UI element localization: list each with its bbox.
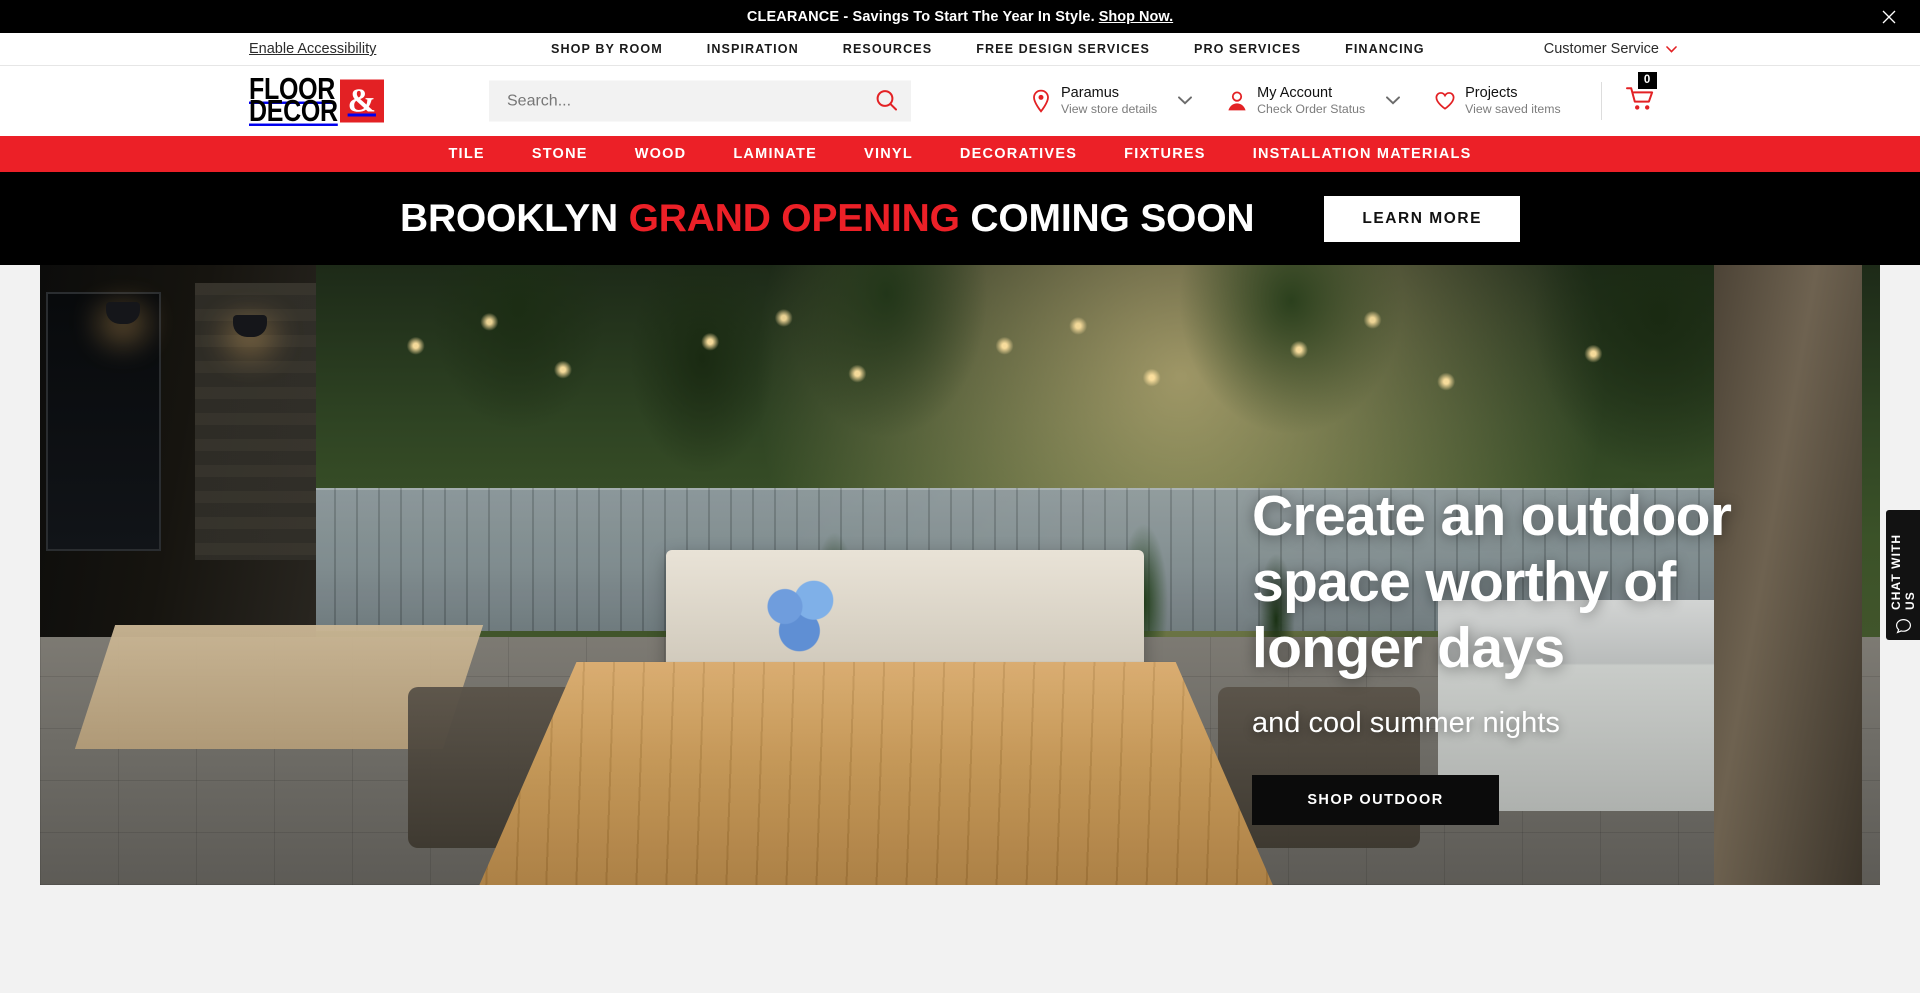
close-icon[interactable]: [1878, 6, 1900, 28]
customer-service-label: Customer Service: [1543, 41, 1659, 57]
store-name: Paramus: [1061, 84, 1120, 101]
user-icon: [1226, 90, 1248, 113]
shopping-cart-icon: [1625, 86, 1656, 116]
hero-title-line-2: space worthy of: [1252, 550, 1676, 615]
chat-bubble-icon: [1895, 618, 1912, 640]
enable-accessibility-link[interactable]: Enable Accessibility: [249, 41, 376, 57]
header-actions: Paramus View store details My Account Ch…: [1030, 71, 1657, 120]
customer-service-menu[interactable]: Customer Service: [1544, 41, 1677, 57]
search-icon: [875, 88, 898, 114]
projects-title: Projects: [1465, 84, 1518, 101]
utility-nav: Enable Accessibility SHOP BY ROOM INSPIR…: [0, 33, 1920, 66]
category-nav: TILE STONE WOOD LAMINATE VINYL DECORATIV…: [0, 136, 1920, 172]
chat-with-us-label: CHAT WITH US: [1889, 533, 1917, 610]
promo-banner-text: CLEARANCE - Savings To Start The Year In…: [746, 8, 1095, 25]
grand-opening-banner: BROOKLYN GRAND OPENING COMING SOON LEARN…: [0, 172, 1920, 265]
category-stone[interactable]: STONE: [532, 146, 588, 162]
category-installation-materials[interactable]: INSTALLATION MATERIALS: [1253, 146, 1472, 162]
category-decoratives[interactable]: DECORATIVES: [960, 146, 1077, 162]
search-button[interactable]: [861, 81, 911, 122]
hero-title: Create an outdoor space worthy of longer…: [1252, 483, 1852, 681]
util-link-shop-by-room[interactable]: SHOP BY ROOM: [551, 42, 663, 56]
chevron-down-icon: [1178, 92, 1193, 110]
search-input[interactable]: [489, 92, 861, 110]
hero-copy: Create an outdoor space worthy of longer…: [1252, 483, 1852, 826]
projects-subtitle: View saved items: [1465, 102, 1561, 117]
hero-dining-table: [479, 661, 1273, 885]
logo-wordmark: FLOOR DECOR: [249, 74, 338, 128]
account-subtitle: Check Order Status: [1257, 102, 1366, 117]
store-selector[interactable]: Paramus View store details: [1030, 85, 1193, 118]
hero-flower-vase: [757, 575, 848, 665]
promo-banner: CLEARANCE - Savings To Start The Year In…: [0, 0, 1920, 33]
projects-link[interactable]: Projects View saved items: [1434, 85, 1561, 118]
hero-wall-sconce-right: [233, 314, 268, 337]
category-wood[interactable]: WOOD: [635, 146, 687, 162]
grand-opening-text-after: COMING SOON: [959, 196, 1255, 240]
hero-string-lights: [297, 302, 1770, 501]
category-fixtures[interactable]: FIXTURES: [1124, 146, 1206, 162]
util-link-financing[interactable]: FINANCING: [1345, 42, 1425, 56]
category-laminate[interactable]: LAMINATE: [733, 146, 817, 162]
projects-text: Projects View saved items: [1465, 85, 1560, 118]
category-tile[interactable]: TILE: [448, 146, 484, 162]
logo-line-2: DECOR: [249, 93, 338, 128]
grand-opening-text-before: BROOKLYN: [399, 196, 629, 240]
account-title: My Account: [1257, 84, 1333, 101]
grand-opening-headline: BROOKLYN GRAND OPENING COMING SOON: [399, 196, 1255, 241]
search-bar: [489, 80, 911, 122]
heart-icon: [1434, 90, 1456, 112]
cart-count-badge: 0: [1637, 71, 1657, 89]
hero-sofa: [665, 550, 1144, 675]
hero-section: Create an outdoor space worthy of longer…: [0, 265, 1920, 890]
hero-title-line-1: Create an outdoor: [1252, 484, 1732, 548]
site-logo[interactable]: FLOOR DECOR &: [249, 74, 384, 128]
chevron-down-icon: [1666, 41, 1677, 57]
hero-subtitle: and cool summer nights: [1252, 707, 1560, 740]
chat-with-us-tab[interactable]: CHAT WITH US: [1886, 510, 1920, 640]
header-divider: [1600, 82, 1602, 120]
store-selector-text: Paramus View store details: [1061, 85, 1157, 118]
location-pin-icon: [1030, 89, 1052, 113]
cart-button[interactable]: 0: [1625, 71, 1657, 117]
my-account-text: My Account Check Order Status: [1257, 85, 1365, 118]
hero-title-line-3: longer days: [1252, 616, 1565, 681]
store-subtitle: View store details: [1061, 102, 1158, 117]
util-link-pro-services[interactable]: PRO SERVICES: [1194, 42, 1301, 56]
my-account-menu[interactable]: My Account Check Order Status: [1226, 85, 1401, 118]
chevron-down-icon: [1386, 92, 1401, 110]
learn-more-button[interactable]: LEARN MORE: [1324, 195, 1521, 242]
shop-outdoor-button[interactable]: SHOP OUTDOOR: [1252, 775, 1499, 826]
logo-ampersand: &: [339, 79, 384, 123]
category-vinyl[interactable]: VINYL: [864, 146, 913, 162]
util-link-free-design-services[interactable]: FREE DESIGN SERVICES: [976, 42, 1150, 56]
main-header: FLOOR DECOR & Paramus: [0, 66, 1920, 136]
hero-house-door: [45, 291, 162, 551]
util-link-inspiration[interactable]: INSPIRATION: [707, 42, 799, 56]
utility-nav-links: SHOP BY ROOM INSPIRATION RESOURCES FREE …: [551, 42, 1425, 56]
promo-shop-now-link[interactable]: Shop Now.: [1099, 9, 1173, 25]
util-link-resources[interactable]: RESOURCES: [843, 42, 932, 56]
hero-image: Create an outdoor space worthy of longer…: [40, 265, 1880, 885]
grand-opening-highlight: GRAND OPENING: [628, 196, 960, 240]
